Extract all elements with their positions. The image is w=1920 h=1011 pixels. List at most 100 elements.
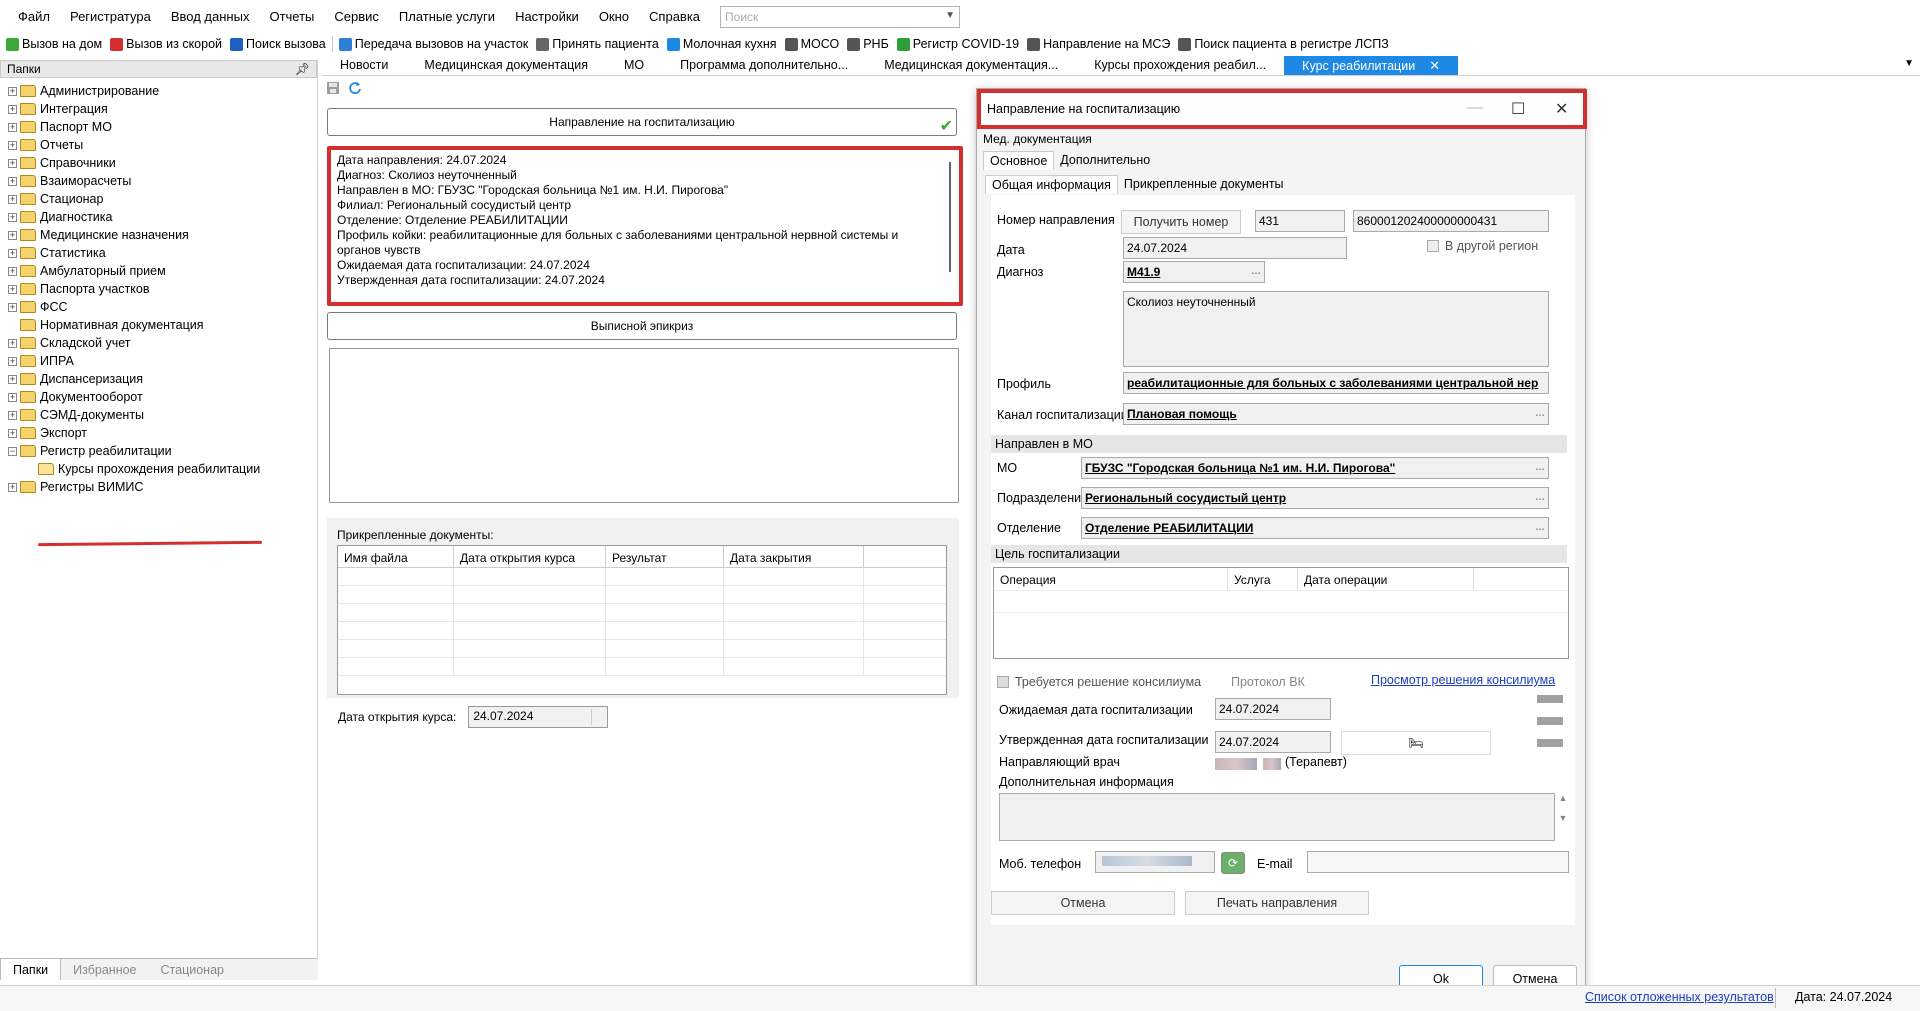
channel-field[interactable]: Плановая помощь …	[1123, 403, 1549, 425]
expand-icon[interactable]: +	[8, 266, 17, 276]
table-row[interactable]	[338, 568, 946, 586]
expand-icon[interactable]: +	[8, 212, 17, 222]
column-operation-date[interactable]: Дата операции	[1298, 568, 1474, 590]
tab-attached-docs[interactable]: Прикрепленные документы	[1118, 175, 1290, 194]
tab-mo[interactable]: МО	[606, 56, 662, 75]
expand-icon[interactable]: +	[8, 158, 17, 168]
tab-basic[interactable]: Основное	[983, 151, 1055, 170]
scrollbar[interactable]	[949, 162, 951, 272]
ellipsis-icon[interactable]: …	[1535, 492, 1545, 503]
tree-item[interactable]: + Паспорт МО	[0, 118, 317, 136]
tab-news[interactable]: Новости	[322, 56, 406, 75]
menu-reports[interactable]: Отчеты	[259, 9, 324, 24]
menu-paid-services[interactable]: Платные услуги	[389, 9, 505, 24]
bed-icon-button[interactable]: 🛏︎	[1341, 731, 1491, 755]
tree-item[interactable]: + Амбулаторный прием	[0, 262, 317, 280]
tree-item[interactable]: + Интеграция	[0, 100, 317, 118]
tab-med-docs-2[interactable]: Медицинская документация...	[866, 56, 1076, 75]
tab-general-info[interactable]: Общая информация	[985, 175, 1118, 194]
column-service[interactable]: Услуга	[1228, 568, 1298, 590]
ellipsis-icon[interactable]: …	[1251, 266, 1261, 277]
tabs-dropdown-icon[interactable]: ▼	[1904, 58, 1914, 69]
tree-item[interactable]: Нормативная документация	[0, 316, 317, 334]
ellipsis-icon[interactable]: …	[1535, 462, 1545, 473]
tree-item[interactable]: + Диагностика	[0, 208, 317, 226]
toolbar-button[interactable]: Вызов из скорой	[106, 37, 226, 51]
ellipsis-icon[interactable]: …	[1535, 408, 1545, 419]
tab-rehab-courses[interactable]: Курсы прохождения реабил...	[1076, 56, 1284, 75]
toolbar-button[interactable]: Молочная кухня	[663, 37, 781, 51]
course-open-date-field[interactable]: 24.07.2024	[468, 706, 609, 728]
discharge-epicrisis-button[interactable]: Выписной эпикриз	[327, 312, 957, 340]
table-row[interactable]	[338, 622, 946, 640]
table-row[interactable]	[338, 658, 946, 676]
toolbar-button[interactable]: Регистр COVID-19	[893, 37, 1023, 51]
column-file-name[interactable]: Имя файла	[338, 546, 454, 567]
expected-date-field[interactable]: 24.07.2024	[1215, 698, 1331, 720]
tree-item[interactable]: + Администрирование	[0, 82, 317, 100]
tree-item[interactable]: + Медицинские назначения	[0, 226, 317, 244]
tree-item[interactable]: Курсы прохождения реабилитации	[0, 460, 317, 478]
expand-icon[interactable]: +	[8, 302, 17, 312]
approved-date-field[interactable]: 24.07.2024	[1215, 731, 1331, 753]
tree-item[interactable]: + Статистика	[0, 244, 317, 262]
search-input[interactable]: Поиск ▼	[720, 5, 961, 28]
refresh-icon[interactable]	[348, 81, 362, 95]
email-field[interactable]	[1307, 851, 1569, 873]
dialog-titlebar[interactable]: Направление на госпитализацию — ☐ ✕	[977, 89, 1587, 129]
mobile-phone-field[interactable]	[1095, 851, 1215, 873]
tab-hospital[interactable]: Стационар	[149, 959, 236, 980]
date-field[interactable]: 24.07.2024	[1123, 237, 1347, 259]
tab-med-docs[interactable]: Медицинская документация	[406, 56, 606, 75]
tree-item[interactable]: + Справочники	[0, 154, 317, 172]
toolbar-button[interactable]: Поиск вызова	[226, 37, 330, 51]
scrollbar[interactable]: ▲ ▼	[1557, 793, 1569, 841]
expand-icon[interactable]: +	[8, 230, 17, 240]
toolbar-button[interactable]: Направление на МСЭ	[1023, 37, 1174, 51]
expand-icon[interactable]: +	[8, 86, 17, 96]
mo-field[interactable]: ГБУЗС "Городская больница №1 им. Н.И. Пи…	[1081, 457, 1549, 479]
council-decision-link[interactable]: Просмотр решения консилиума	[1371, 673, 1555, 687]
other-region-checkbox[interactable]: В другой регион	[1427, 239, 1538, 253]
tree-item[interactable]: + Экспорт	[0, 424, 317, 442]
tree-item[interactable]: + Паспорта участков	[0, 280, 317, 298]
menu-help[interactable]: Справка	[639, 9, 710, 24]
tab-rehab-course[interactable]: Курс реабилитации ✕	[1284, 56, 1459, 75]
expand-icon[interactable]: +	[8, 392, 17, 402]
tree-item[interactable]: + Регистры ВИМИС	[0, 478, 317, 496]
column-course-open-date[interactable]: Дата открытия курса	[454, 546, 606, 567]
tree-item[interactable]: − Регистр реабилитации	[0, 442, 317, 460]
tree-item[interactable]: + Складской учет	[0, 334, 317, 352]
expand-icon[interactable]: +	[8, 338, 17, 348]
hospitalization-referral-button[interactable]: Направление на госпитализацию ✔	[327, 108, 957, 136]
pin-icon[interactable]: 📌︎	[295, 62, 310, 76]
diagnosis-code-field[interactable]: M41.9 …	[1123, 261, 1265, 283]
tree-item[interactable]: + Отчеты	[0, 136, 317, 154]
print-referral-button[interactable]: Печать направления	[1185, 891, 1369, 915]
referral-number-short[interactable]: 431	[1255, 210, 1345, 232]
save-icon[interactable]	[326, 81, 340, 95]
tab-additional[interactable]: Дополнительно	[1054, 151, 1156, 170]
expand-icon[interactable]: +	[8, 104, 17, 114]
table-row[interactable]	[338, 640, 946, 658]
council-checkbox[interactable]: Требуется решение консилиума	[997, 675, 1201, 689]
menu-service[interactable]: Сервис	[324, 9, 389, 24]
refresh-phone-icon[interactable]: ⟳	[1221, 852, 1245, 874]
toolbar-button[interactable]: Поиск пациента в регистре ЛСПЗ	[1174, 37, 1393, 51]
tree-item[interactable]: + Диспансеризация	[0, 370, 317, 388]
expand-icon[interactable]: +	[8, 410, 17, 420]
tab-favorites[interactable]: Избранное	[61, 959, 148, 980]
expand-icon[interactable]: +	[8, 176, 17, 186]
tree-item[interactable]: + Взаиморасчеты	[0, 172, 317, 190]
inner-cancel-button[interactable]: Отмена	[991, 891, 1175, 915]
extra-info-field[interactable]	[999, 793, 1555, 841]
tab-additional-program[interactable]: Программа дополнительно...	[662, 56, 866, 75]
toolbar-button[interactable]: РНБ	[843, 37, 893, 51]
maximize-icon[interactable]: ☐	[1511, 99, 1525, 119]
column-close-date[interactable]: Дата закрытия	[724, 546, 864, 567]
expand-icon[interactable]: +	[8, 356, 17, 366]
tree-item[interactable]: + СЭМД-документы	[0, 406, 317, 424]
get-number-button[interactable]: Получить номер	[1121, 210, 1241, 234]
table-row[interactable]	[994, 590, 1568, 612]
subdivision-field[interactable]: Региональный сосудистый центр …	[1081, 487, 1549, 509]
